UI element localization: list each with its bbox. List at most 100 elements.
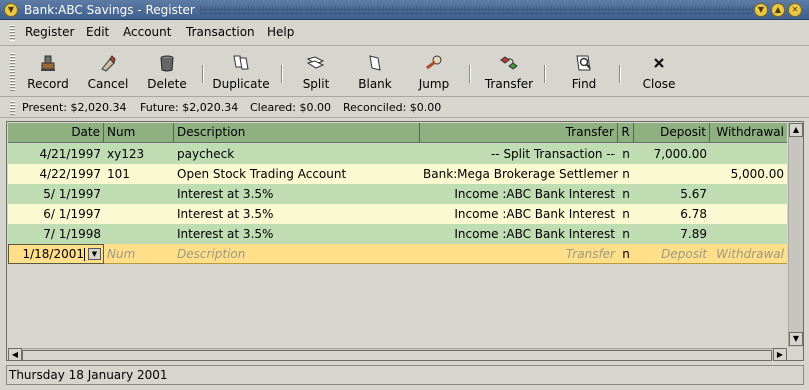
find-button[interactable]: Find	[566, 53, 602, 95]
duplicate-button[interactable]: Duplicate	[212, 53, 270, 95]
cell-deposit[interactable]: 7,000.00	[634, 144, 710, 164]
cell-reconcile[interactable]: n	[618, 164, 634, 184]
menu-transaction[interactable]: Transaction	[186, 25, 255, 39]
cell-date[interactable]: 4/22/1997	[8, 164, 104, 184]
horizontal-scroll-thumb[interactable]	[22, 350, 772, 361]
cell-description[interactable]: paycheck	[174, 144, 420, 164]
window-title: Bank:ABC Savings - Register	[24, 3, 195, 17]
cell-deposit[interactable]: 6.78	[634, 204, 710, 224]
cell-deposit[interactable]: 5.67	[634, 184, 710, 204]
cell-num[interactable]	[104, 204, 174, 224]
window-menu-button[interactable]: ▼	[4, 3, 18, 17]
cancel-button[interactable]: Cancel	[86, 53, 130, 95]
horizontal-scrollbar[interactable]: ◀ ▶	[8, 348, 787, 361]
title-bar: ▼ Bank:ABC Savings - Register ▼ ▲ ✕	[0, 0, 809, 20]
cell-withdrawal[interactable]	[710, 144, 787, 164]
summary-handle[interactable]	[10, 101, 15, 115]
close-icon	[654, 58, 664, 68]
jump-icon	[426, 55, 442, 70]
record-icon	[41, 55, 55, 71]
cell-num[interactable]	[104, 184, 174, 204]
header-reconcile[interactable]: R	[618, 123, 634, 143]
menu-edit[interactable]: Edit	[86, 25, 109, 39]
cell-date[interactable]: 7/ 1/1998	[8, 224, 104, 244]
cell-num[interactable]	[104, 224, 174, 244]
cell-date[interactable]: 5/ 1/1997	[8, 184, 104, 204]
cell-withdrawal[interactable]	[710, 224, 787, 244]
record-button[interactable]: Record	[26, 53, 70, 95]
header-description[interactable]: Description	[174, 123, 420, 143]
cell-description[interactable]: Interest at 3.5%	[174, 224, 420, 244]
header-num[interactable]: Num	[104, 123, 174, 143]
description-input[interactable]: Description	[174, 244, 420, 264]
close-button[interactable]: Close	[640, 53, 678, 95]
toolbar-separator	[469, 65, 471, 83]
withdrawal-input[interactable]: Withdrawal	[710, 244, 787, 264]
cell-deposit[interactable]: 7.89	[634, 224, 710, 244]
cell-date[interactable]: 6/ 1/1997	[8, 204, 104, 224]
scroll-down-button[interactable]: ▼	[789, 332, 803, 346]
delete-button[interactable]: Delete	[146, 53, 188, 95]
split-button[interactable]: Split	[298, 53, 334, 95]
calendar-dropdown-button[interactable]: ▼	[88, 248, 101, 260]
transaction-row[interactable]: 7/ 1/1998 Interest at 3.5% Income :ABC B…	[8, 224, 787, 244]
cell-date[interactable]: 4/21/1997	[8, 144, 104, 164]
cell-transfer[interactable]: Income :ABC Bank Interest	[420, 204, 618, 224]
header-transfer[interactable]: Transfer	[420, 123, 618, 143]
transaction-row[interactable]: 4/22/1997 101 Open Stock Trading Account…	[8, 164, 787, 184]
maximize-button[interactable]: ▲	[771, 3, 785, 17]
menu-account[interactable]: Account	[123, 25, 171, 39]
cell-transfer[interactable]: Income :ABC Bank Interest	[420, 184, 618, 204]
cell-deposit[interactable]	[634, 164, 710, 184]
blank-button[interactable]: Blank	[356, 53, 394, 95]
toolbar-handle[interactable]	[10, 53, 15, 91]
header-deposit[interactable]: Deposit	[634, 123, 710, 143]
cell-description[interactable]: Open Stock Trading Account	[174, 164, 420, 184]
transaction-row[interactable]: 4/21/1997 xy123 paycheck -- Split Transa…	[8, 144, 787, 164]
register-header: Date Num Description Transfer R Deposit …	[8, 123, 787, 143]
transaction-row[interactable]: 5/ 1/1997 Interest at 3.5% Income :ABC B…	[8, 184, 787, 204]
cell-reconcile[interactable]: n	[618, 204, 634, 224]
cell-description[interactable]: Interest at 3.5%	[174, 184, 420, 204]
new-transaction-row[interactable]: 1/18/2001 ▼ Num Description Transfer n D…	[8, 244, 787, 264]
cell-description[interactable]: Interest at 3.5%	[174, 204, 420, 224]
transfer-button[interactable]: Transfer	[482, 53, 536, 95]
header-withdrawal[interactable]: Withdrawal	[710, 123, 787, 143]
cell-reconcile[interactable]: n	[618, 184, 634, 204]
cell-withdrawal[interactable]: 5,000.00	[710, 164, 787, 184]
scroll-right-button[interactable]: ▶	[773, 348, 787, 361]
vertical-scrollbar[interactable]: ▲ ▼	[788, 123, 803, 347]
close-window-button[interactable]: ✕	[788, 3, 802, 17]
cell-num[interactable]: xy123	[104, 144, 174, 164]
transaction-row[interactable]: 6/ 1/1997 Interest at 3.5% Income :ABC B…	[8, 204, 787, 224]
transfer-input[interactable]: Transfer	[420, 244, 618, 264]
cell-withdrawal[interactable]	[710, 204, 787, 224]
cell-transfer[interactable]: Income :ABC Bank Interest	[420, 224, 618, 244]
register-grid: Date Num Description Transfer R Deposit …	[8, 123, 787, 347]
header-date[interactable]: Date	[8, 123, 104, 143]
cell-withdrawal[interactable]	[710, 184, 787, 204]
summary-bar: Present: $2,020.34 Future: $2,020.34 Cle…	[0, 98, 809, 118]
minimize-button[interactable]: ▼	[754, 3, 768, 17]
deposit-input[interactable]: Deposit	[634, 244, 710, 264]
menu-register[interactable]: Register	[25, 25, 74, 39]
menu-help[interactable]: Help	[267, 25, 294, 39]
cell-num[interactable]: 101	[104, 164, 174, 184]
jump-button[interactable]: Jump	[416, 53, 452, 95]
scroll-up-button[interactable]: ▲	[789, 123, 803, 137]
date-input[interactable]: 1/18/2001	[8, 244, 86, 264]
transfer-icon	[500, 56, 518, 70]
scroll-left-button[interactable]: ◀	[8, 348, 22, 361]
cancel-icon	[101, 55, 116, 72]
reconcile-input[interactable]: n	[618, 244, 634, 264]
present-balance: Present: $2,020.34	[22, 101, 127, 114]
menubar-handle[interactable]	[10, 25, 15, 41]
cell-reconcile[interactable]: n	[618, 144, 634, 164]
find-icon	[576, 55, 591, 71]
cell-transfer[interactable]: Bank:Mega Brokerage Settlement	[420, 164, 618, 184]
split-icon	[306, 56, 325, 69]
cell-transfer[interactable]: -- Split Transaction --	[420, 144, 618, 164]
num-input[interactable]: Num	[104, 244, 174, 264]
duplicate-icon	[233, 55, 249, 70]
cell-reconcile[interactable]: n	[618, 224, 634, 244]
